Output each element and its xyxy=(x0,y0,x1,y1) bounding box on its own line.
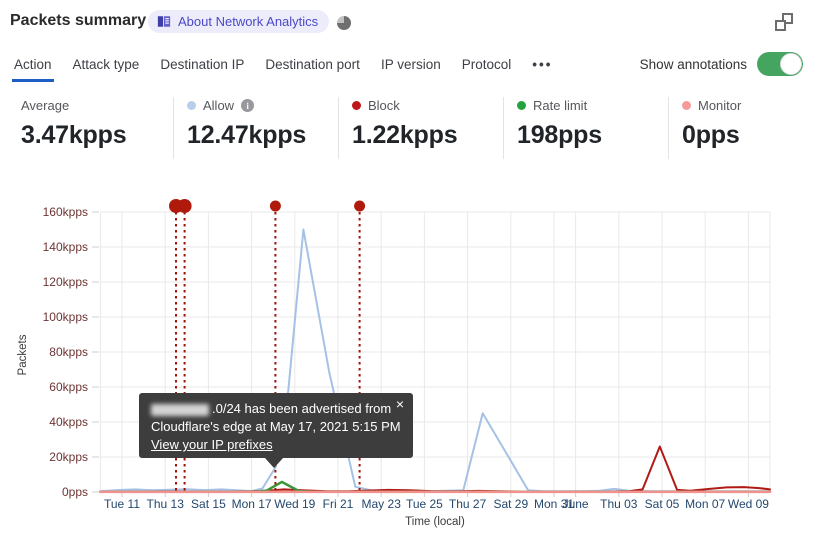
allow-series-dot xyxy=(187,101,196,110)
x-tick-label: Thu 03 xyxy=(600,497,638,511)
toggle-knob xyxy=(780,53,802,75)
x-tick-label: June xyxy=(563,497,589,511)
stat-value: 198pps xyxy=(517,121,602,149)
y-tick-label: 100kpps xyxy=(43,310,88,324)
x-tick-label: Thu 13 xyxy=(147,497,185,511)
x-tick-label: Mon 17 xyxy=(232,497,272,511)
show-annotations-control: Show annotations xyxy=(640,52,803,76)
rate-limit-series-dot xyxy=(517,101,526,110)
x-tick-label: Thu 27 xyxy=(449,497,487,511)
stat-block: Block 1.22kpps xyxy=(338,97,503,159)
show-annotations-toggle[interactable] xyxy=(757,52,803,76)
y-tick-label: 60kpps xyxy=(49,380,88,394)
y-tick-label: 140kpps xyxy=(43,240,88,254)
y-axis-title: Packets xyxy=(17,334,29,375)
annotation-dot[interactable] xyxy=(269,200,281,212)
front-square xyxy=(775,20,786,31)
packets-time-series-chart[interactable]: 0pps 20kpps 40kpps 60kpps 80kpps 100kpps 120kp… xyxy=(0,195,816,540)
y-tick-label: 0pps xyxy=(62,485,88,499)
monitor-series-dot xyxy=(682,101,691,110)
tooltip-close-icon[interactable]: × xyxy=(396,396,404,412)
annotation-dot[interactable] xyxy=(177,199,192,213)
y-tick-label: 160kpps xyxy=(43,205,88,219)
stat-value: 1.22kpps xyxy=(352,121,458,149)
stat-monitor: Monitor 0pps xyxy=(668,97,816,159)
stat-label: Monitor xyxy=(698,98,742,113)
stat-value: 0pps xyxy=(682,121,740,149)
info-icon[interactable]: i xyxy=(241,99,255,112)
x-tick-label: Wed 09 xyxy=(728,497,769,511)
badge-label: About Network Analytics xyxy=(178,14,319,29)
tab-destination-port[interactable]: Destination port xyxy=(263,55,362,82)
y-tick-label: 80kpps xyxy=(49,345,88,359)
tooltip-line2: Cloudflare's edge at May 17, 2021 5:15 P… xyxy=(151,419,401,434)
x-tick-label: Mon 07 xyxy=(685,497,725,511)
y-tick-label: 40kpps xyxy=(49,415,88,429)
x-tick-label: Tue 25 xyxy=(406,497,443,511)
tooltip-line1: .0/24 has been advertised from xyxy=(212,401,392,416)
tooltip-caret xyxy=(265,458,283,468)
page-title: Packets summary xyxy=(10,12,147,29)
redacted-ip-prefix xyxy=(151,403,209,416)
show-annotations-label: Show annotations xyxy=(639,56,747,72)
stat-average: Average 3.47kpps xyxy=(8,97,173,159)
dimension-tabs: Action Attack type Destination IP Destin… xyxy=(12,55,554,82)
x-tick-label: May 23 xyxy=(362,497,402,511)
x-tick-label: Sat 05 xyxy=(645,497,680,511)
stats-row: Average 3.47kpps Allow i 12.47kpps Block… xyxy=(8,97,816,159)
tab-ip-version[interactable]: IP version xyxy=(379,55,443,82)
y-tick-label: 120kpps xyxy=(43,275,88,289)
tab-destination-ip[interactable]: Destination IP xyxy=(158,55,246,82)
x-tick-label: Tue 11 xyxy=(104,497,140,511)
stat-label: Allow xyxy=(203,98,235,113)
tab-protocol[interactable]: Protocol xyxy=(460,55,514,82)
progress-pie-icon xyxy=(337,16,351,30)
tab-action[interactable]: Action xyxy=(12,55,54,82)
stat-value: 3.47kpps xyxy=(21,121,127,149)
x-tick-label: Fri 21 xyxy=(323,497,354,511)
y-tick-label: 20kpps xyxy=(49,450,88,464)
x-axis-title: Time (local) xyxy=(405,516,465,528)
book-icon xyxy=(157,15,171,28)
stat-label: Block xyxy=(368,98,400,113)
stat-rate-limit: Rate limit 198pps xyxy=(503,97,668,159)
x-tick-label: Sat 29 xyxy=(493,497,528,511)
tab-attack-type[interactable]: Attack type xyxy=(71,55,142,82)
x-tick-label: Wed 19 xyxy=(274,497,315,511)
stat-value: 12.47kpps xyxy=(187,121,307,149)
annotation-tooltip: × .0/24 has been advertised from Cloudfl… xyxy=(139,393,413,468)
x-tick-label: Sat 15 xyxy=(191,497,226,511)
stat-allow: Allow i 12.47kpps xyxy=(173,97,338,159)
stat-label: Rate limit xyxy=(533,98,588,113)
annotation-dot[interactable] xyxy=(354,200,366,212)
about-network-analytics-badge[interactable]: About Network Analytics xyxy=(148,10,330,33)
stat-label: Average xyxy=(21,98,70,113)
open-window-icon[interactable] xyxy=(775,13,793,31)
view-ip-prefixes-link[interactable]: View your IP prefixes xyxy=(151,437,273,452)
more-tabs-icon[interactable]: ••• xyxy=(530,55,554,82)
packets-summary-panel: Packets summary About Network Analytics … xyxy=(0,0,816,545)
block-series-dot xyxy=(352,101,361,110)
